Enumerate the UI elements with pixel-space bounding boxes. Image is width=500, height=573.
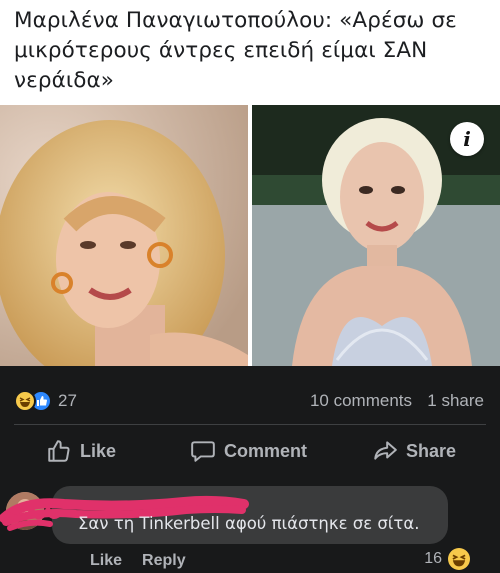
share-button-label: Share	[406, 440, 457, 461]
like-button-label: Like	[80, 440, 117, 461]
share-arrow-icon	[374, 441, 397, 460]
divider	[14, 424, 486, 425]
comment-reply-link[interactable]: Reply	[142, 552, 186, 570]
comment-actions: Like Reply	[90, 552, 186, 570]
comment: Σαν τη Tinkerbell αφού πιάστηκε σε σίτα.…	[0, 474, 500, 573]
thumbs-up-icon	[48, 440, 70, 462]
news-preview-card[interactable]: Μαριλένα Παναγιωτοπούλου: «Αρέσω σε μικρ…	[0, 0, 500, 366]
reactions-summary[interactable]: 27	[14, 390, 77, 412]
comment-button-label: Comment	[224, 440, 308, 461]
comment-reactions[interactable]: 16	[424, 548, 470, 570]
reaction-count: 27	[58, 391, 77, 410]
comment-like-link[interactable]: Like	[90, 552, 122, 570]
info-icon[interactable]: i	[450, 122, 484, 156]
comments-count-link[interactable]: 10 comments	[310, 391, 412, 411]
post-stats-bar: 27 10 comments 1 share	[0, 366, 500, 412]
comment-text: Σαν τη Tinkerbell αφού πιάστηκε σε σίτα.	[78, 514, 420, 533]
haha-icon	[448, 548, 470, 570]
like-button[interactable]: Like	[46, 428, 116, 474]
post-headline[interactable]: Μαριλένα Παναγιωτοπούλου: «Αρέσω σε μικρ…	[14, 6, 486, 96]
photo-right[interactable]: i	[252, 105, 500, 366]
haha-icon	[14, 390, 36, 412]
comment-bubble-icon	[191, 441, 215, 462]
share-button[interactable]: Share	[372, 428, 456, 474]
comment-reaction-count: 16	[424, 550, 442, 567]
shares-count-link[interactable]: 1 share	[427, 391, 484, 411]
post-action-bar: Like Comment Share	[0, 428, 500, 474]
comment-button[interactable]: Comment	[190, 428, 307, 474]
photo-left[interactable]	[0, 105, 248, 366]
